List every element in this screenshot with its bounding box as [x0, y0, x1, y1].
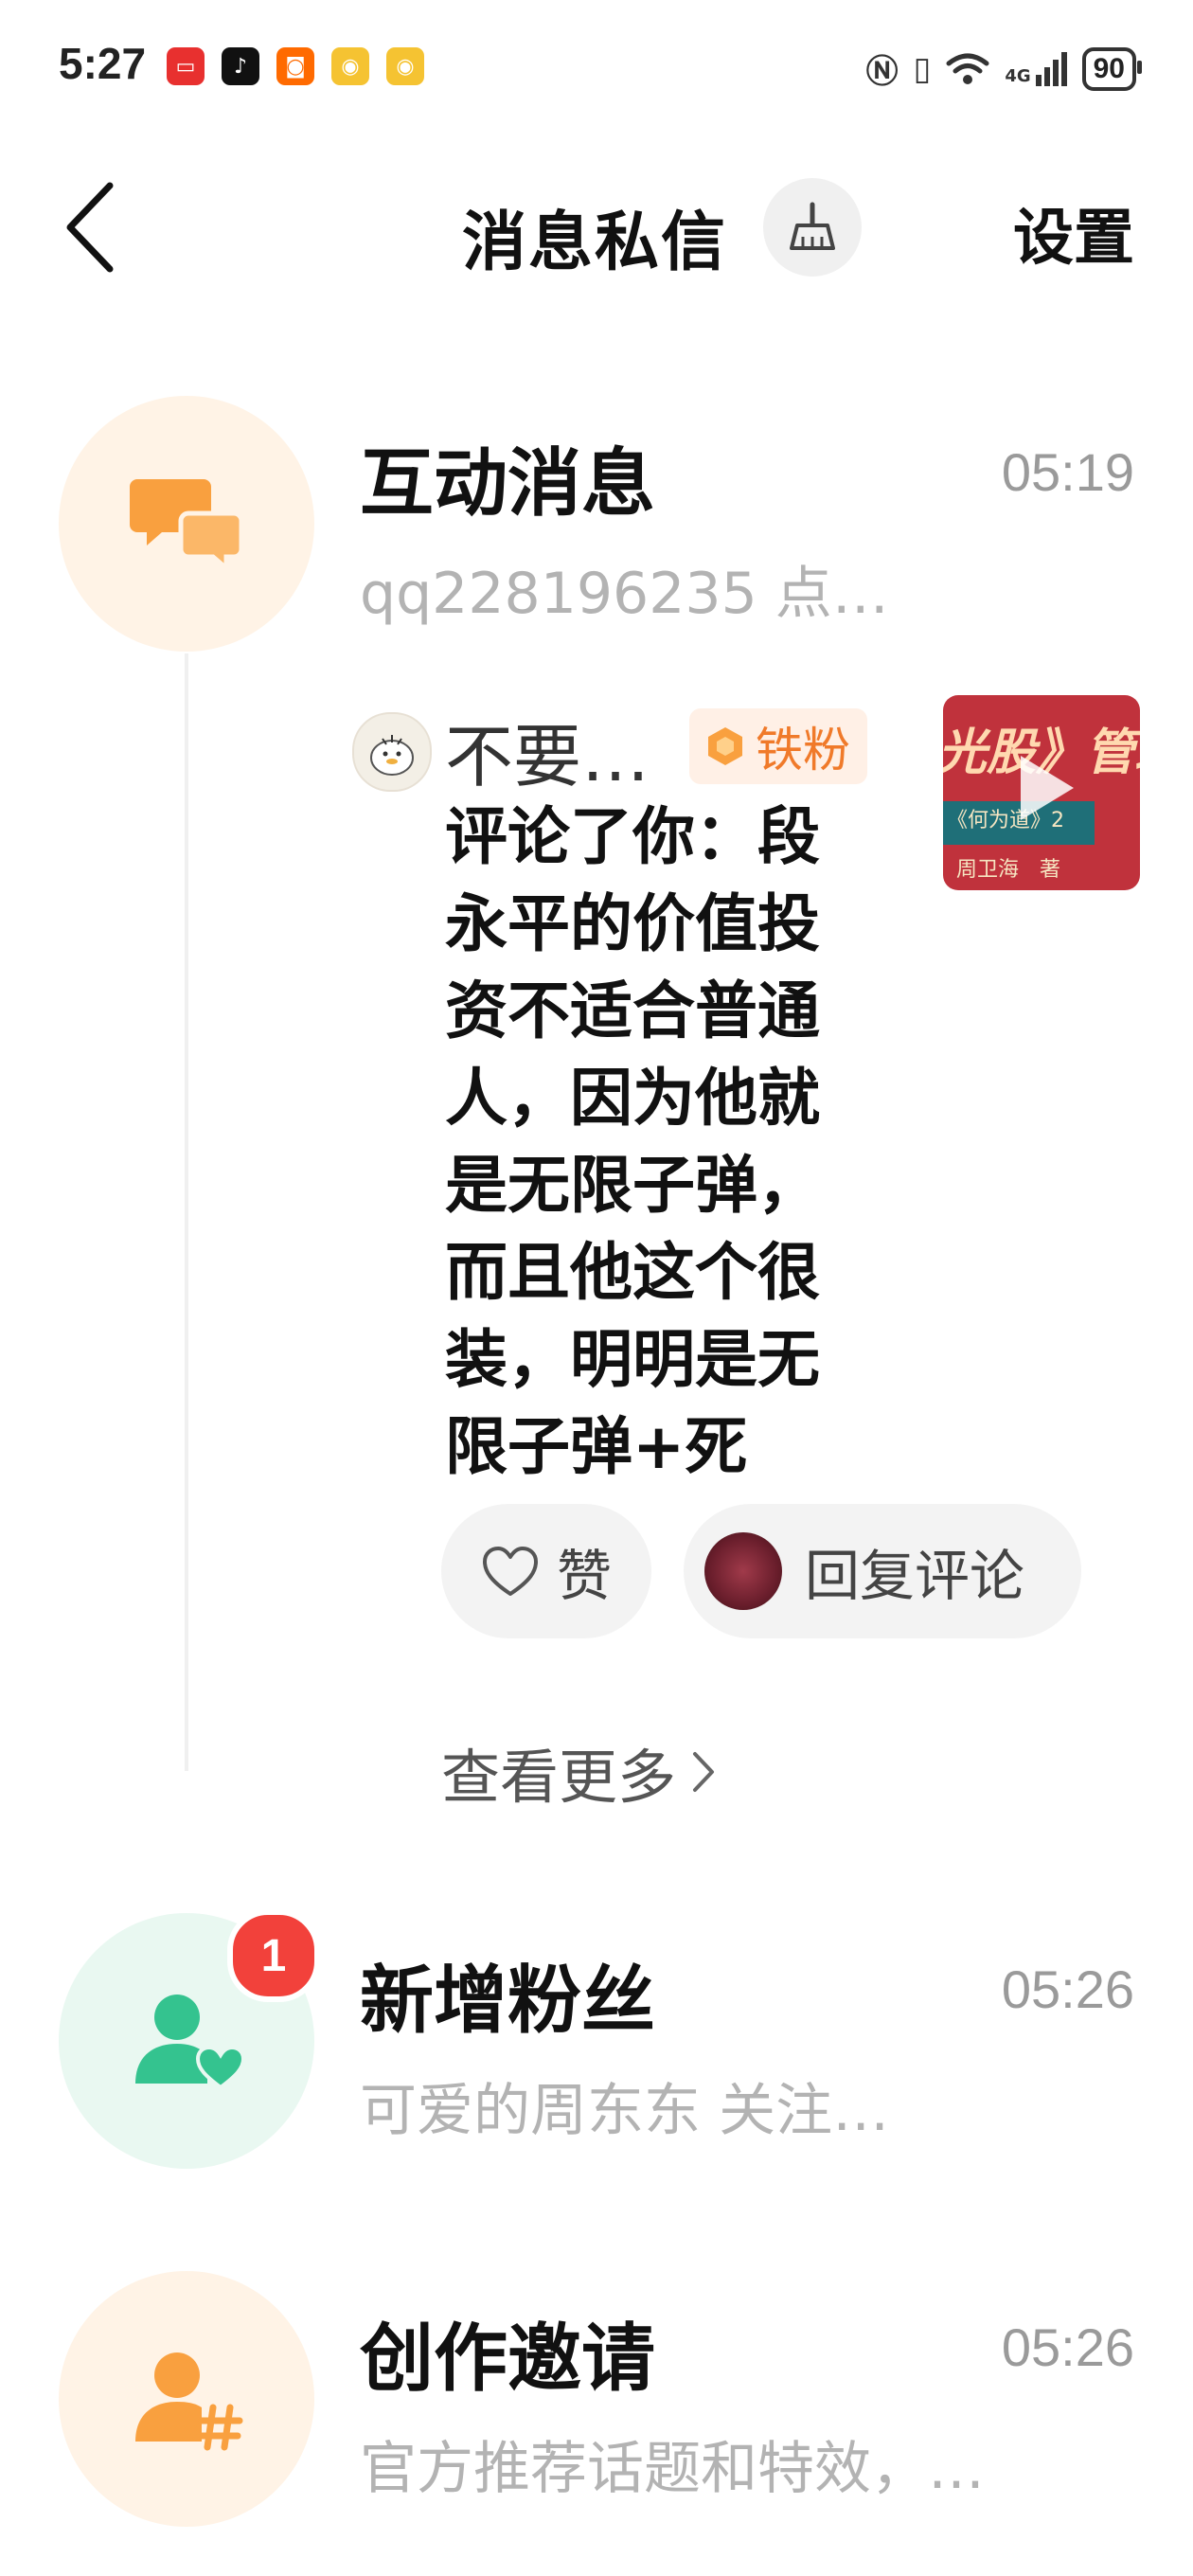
chevron-left-icon	[66, 182, 114, 273]
commenter-name[interactable]: 不要…	[445, 701, 650, 800]
interaction-title: 互动消息	[360, 441, 656, 527]
thumbnail-author: 周卫海 著	[956, 858, 1061, 882]
new-fans-preview: 可爱的周东东 关注…	[360, 2078, 890, 2144]
system-status-icons: Ⓝ ▯ 4G 90	[865, 45, 1143, 92]
fan-badge-label: 铁粉	[756, 723, 850, 778]
creation-invite-avatar	[59, 2271, 314, 2527]
settings-button[interactable]: 设置	[1013, 189, 1134, 277]
battery-level: 90	[1093, 52, 1125, 84]
commenter-avatar[interactable]	[352, 712, 432, 792]
weibo-app-icon: ◉	[331, 47, 369, 85]
like-button[interactable]: 赞	[441, 1504, 651, 1638]
new-fans-time: 05:26	[1001, 1959, 1134, 2019]
new-fans-row[interactable]: 新增粉丝 05:26 可爱的周东东 关注…	[0, 1913, 1193, 2178]
battery-indicator: 90	[1081, 46, 1143, 91]
creation-invite-time: 05:26	[1001, 2317, 1134, 2377]
chevron-right-icon	[693, 1752, 715, 1792]
see-more-label: 查看更多	[441, 1743, 677, 1812]
vibrate-icon: ▯	[913, 49, 932, 88]
broom-icon	[790, 202, 835, 250]
fan-badge: 铁粉	[689, 708, 867, 784]
network-type-label: 4G	[1005, 65, 1031, 86]
status-bar: 5:27 ▭ ♪ ◙ ◉ ◉ Ⓝ ▯ 4G 90	[0, 0, 1193, 133]
nfc-icon: Ⓝ	[865, 53, 899, 91]
tv-app-icon: ▭	[167, 47, 205, 85]
weibo-app-icon-2: ◉	[386, 47, 424, 85]
comment-text[interactable]: 评论了你：段永平的价值投资不适合普通人，因为他就是无限子弹，而且他这个很装，明明…	[445, 794, 862, 1491]
user-hashtag-icon	[135, 2352, 243, 2451]
clean-button[interactable]	[763, 178, 862, 277]
back-button[interactable]	[59, 180, 134, 275]
fan-badge-icon	[708, 727, 742, 765]
notification-app-icons: ▭ ♪ ◙ ◉ ◉	[167, 47, 424, 85]
reply-comment-button[interactable]: 回复评论	[684, 1504, 1081, 1638]
chat-bubbles-icon	[130, 479, 243, 574]
play-icon	[1021, 756, 1074, 820]
heart-outline-icon	[483, 1547, 538, 1596]
page-title: 消息私信	[462, 206, 728, 280]
reply-user-avatar	[704, 1532, 782, 1610]
user-heart-icon	[135, 1995, 243, 2090]
status-time: 5:27	[59, 39, 147, 88]
cellular-signal-icon: 4G	[1005, 51, 1067, 86]
interaction-preview: qq228196235 点…	[360, 561, 889, 627]
unread-badge: 1	[227, 1909, 320, 2002]
new-fans-title: 新增粉丝	[360, 1959, 656, 2044]
creation-invite-preview: 官方推荐话题和特效，…	[360, 2436, 985, 2502]
header: 消息私信 设置	[0, 161, 1193, 294]
see-more-link[interactable]: 查看更多	[441, 1729, 718, 1815]
duck-avatar-icon	[370, 735, 414, 776]
creation-invite-title: 创作邀请	[360, 2317, 656, 2402]
timeline-line	[185, 653, 188, 1771]
reply-label: 回复评论	[805, 1544, 1025, 1608]
interaction-messages-row[interactable]: 互动消息 05:19 qq228196235 点…	[0, 396, 1193, 661]
wifi-icon	[946, 53, 989, 84]
interaction-avatar	[59, 396, 314, 652]
interaction-time: 05:19	[1001, 442, 1134, 502]
creation-invite-row[interactable]: 创作邀请 05:26 官方推荐话题和特效，…	[0, 2271, 1193, 2536]
like-label: 赞	[557, 1544, 613, 1608]
video-thumbnail[interactable]: 光股》管理 《何为道》2 周卫海 著	[943, 695, 1140, 890]
tiktok-app-icon: ♪	[222, 47, 259, 85]
kuaishou-app-icon: ◙	[276, 47, 314, 85]
